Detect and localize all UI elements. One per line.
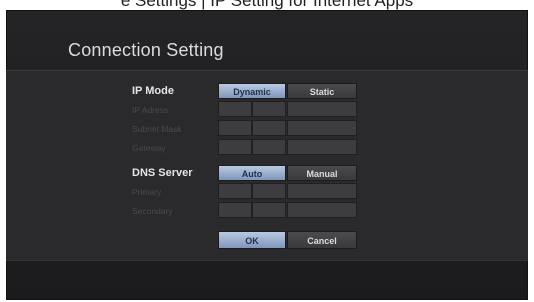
secondary-dns-field-2[interactable] (252, 202, 286, 218)
dns-auto-button[interactable]: Auto (218, 165, 286, 181)
ip-mode-static-button[interactable]: Static (287, 83, 357, 99)
secondary-dns-field-1[interactable] (218, 202, 252, 218)
subnet-mask-label: Subnet Mask (132, 124, 182, 134)
ip-address-field-2[interactable] (252, 101, 286, 117)
primary-dns-field-1[interactable] (218, 183, 252, 199)
ok-button[interactable]: OK (218, 231, 286, 249)
primary-dns-label: Primary (132, 187, 162, 197)
secondary-dns-label: Secondary (132, 206, 173, 216)
primary-dns-field-2[interactable] (252, 183, 286, 199)
gateway-field-2[interactable] (252, 139, 286, 155)
primary-dns-field-3[interactable] (287, 183, 357, 199)
gateway-field-1[interactable] (218, 139, 252, 155)
connection-setting-screen: Connection Setting IP Mode Dynamic Stati… (6, 10, 528, 300)
subnet-field-1[interactable] (218, 120, 252, 136)
dns-server-label: DNS Server (132, 167, 193, 179)
ip-address-field-1[interactable] (218, 101, 252, 117)
secondary-dns-field-3[interactable] (287, 202, 357, 218)
gateway-field-3[interactable] (287, 139, 357, 155)
ip-address-field-3[interactable] (287, 101, 357, 117)
gateway-label: Gateway (132, 143, 166, 153)
ip-mode-label: IP Mode (132, 85, 174, 97)
subnet-field-3[interactable] (287, 120, 357, 136)
cancel-button[interactable]: Cancel (287, 231, 357, 249)
page-title: Connection Setting (68, 40, 224, 60)
ip-mode-dynamic-button[interactable]: Dynamic (218, 83, 286, 99)
dns-manual-button[interactable]: Manual (287, 165, 357, 181)
ip-address-label: IP Adress (132, 105, 169, 115)
bottom-divider (6, 260, 528, 261)
subnet-field-2[interactable] (252, 120, 286, 136)
